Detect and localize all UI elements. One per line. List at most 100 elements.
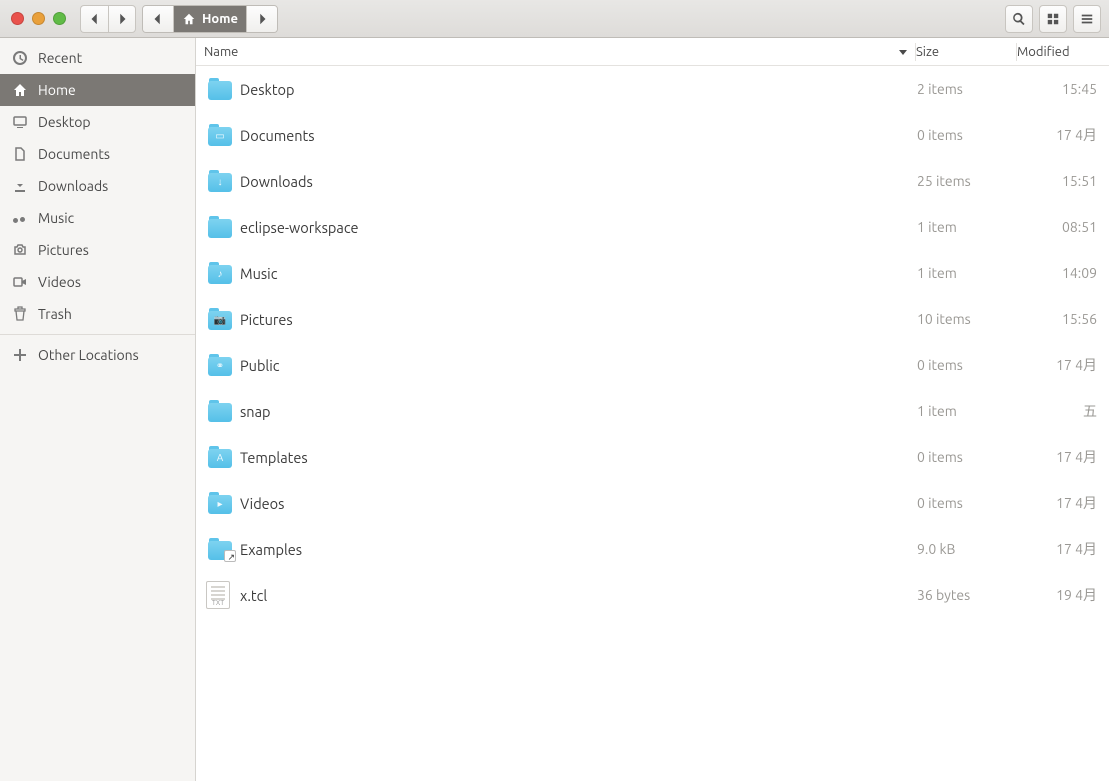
forward-button[interactable]: [108, 5, 136, 33]
file-modified: 17 4月: [1017, 493, 1109, 513]
path-prev-button[interactable]: [143, 6, 174, 32]
column-header-size[interactable]: Size: [916, 45, 1016, 59]
file-size: 10 items: [917, 311, 1017, 327]
close-window-button[interactable]: [11, 12, 24, 25]
file-row[interactable]: Desktop2 items15:45: [196, 66, 1109, 112]
file-name: Examples: [240, 541, 917, 558]
home-icon: [12, 82, 28, 98]
file-row[interactable]: ⚭ Public0 items17 4月: [196, 342, 1109, 388]
nav-buttons: [80, 5, 136, 33]
folder-icon: 📷: [206, 308, 234, 330]
search-icon: [1012, 12, 1026, 26]
home-icon: [182, 12, 196, 26]
sidebar-separator: [0, 334, 195, 335]
folder-icon: A: [206, 446, 234, 468]
sidebar-item-label: Videos: [38, 274, 81, 290]
file-name: Desktop: [240, 81, 917, 98]
sidebar-item-desktop[interactable]: Desktop: [0, 106, 195, 138]
path-segment-label: Home: [202, 12, 238, 26]
sidebar-item-pictures[interactable]: Pictures: [0, 234, 195, 266]
file-size: 1 item: [917, 219, 1017, 235]
documents-icon: [12, 146, 28, 162]
file-name: Music: [240, 265, 917, 282]
file-name: x.tcl: [240, 587, 917, 604]
column-header-name[interactable]: Name: [202, 45, 891, 59]
folder-icon: ♪: [206, 262, 234, 284]
file-modified: 15:51: [1017, 173, 1109, 189]
camera-icon: [12, 242, 28, 258]
folder-icon: [206, 216, 234, 238]
file-size: 1 item: [917, 265, 1017, 281]
folder-icon: ⚭: [206, 354, 234, 376]
folder-icon: ▸: [206, 492, 234, 514]
file-size: 0 items: [917, 449, 1017, 465]
sidebar-item-label: Documents: [38, 146, 110, 162]
path-next-button[interactable]: [247, 6, 277, 32]
file-size: 9.0 kB: [917, 541, 1017, 557]
sidebar-item-trash[interactable]: Trash: [0, 298, 195, 330]
minimize-window-button[interactable]: [32, 12, 45, 25]
sidebar-item-label: Recent: [38, 50, 82, 66]
music-icon: [12, 210, 28, 226]
file-modified: 14:09: [1017, 265, 1109, 281]
file-name: eclipse-workspace: [240, 219, 917, 236]
grid-icon: [1046, 12, 1060, 26]
menu-button[interactable]: [1073, 5, 1101, 33]
sidebar-item-videos[interactable]: Videos: [0, 266, 195, 298]
folder-icon: [206, 538, 234, 560]
file-row[interactable]: ↓Downloads25 items15:51: [196, 158, 1109, 204]
file-modified: 08:51: [1017, 219, 1109, 235]
file-name: Documents: [240, 127, 917, 144]
sidebar-item-label: Music: [38, 210, 74, 226]
sidebar-item-label: Pictures: [38, 242, 89, 258]
sidebar-item-label: Desktop: [38, 114, 91, 130]
sidebar-item-downloads[interactable]: Downloads: [0, 170, 195, 202]
file-name: Templates: [240, 449, 917, 466]
folder-icon: ▭: [206, 124, 234, 146]
sidebar-item-recent[interactable]: Recent: [0, 42, 195, 74]
sidebar-item-label: Home: [38, 82, 76, 98]
folder-icon: [206, 78, 234, 100]
sidebar-item-home[interactable]: Home: [0, 74, 195, 106]
view-grid-button[interactable]: [1039, 5, 1067, 33]
file-row[interactable]: eclipse-workspace1 item08:51: [196, 204, 1109, 250]
file-modified: 五: [1017, 401, 1109, 421]
sidebar: Recent Home Desktop Documents Downloads Music…: [0, 38, 196, 781]
file-modified: 15:56: [1017, 311, 1109, 327]
sidebar-item-music[interactable]: Music: [0, 202, 195, 234]
file-modified: 17 4月: [1017, 447, 1109, 467]
file-name: Pictures: [240, 311, 917, 328]
file-name: snap: [240, 403, 917, 420]
sidebar-item-documents[interactable]: Documents: [0, 138, 195, 170]
back-button[interactable]: [80, 5, 108, 33]
file-manager-window: Home Recent Home Desktop Documents Downloads…: [0, 0, 1109, 781]
file-name: Public: [240, 357, 917, 374]
file-modified: 17 4月: [1017, 125, 1109, 145]
file-row[interactable]: ♪ Music1 item14:09: [196, 250, 1109, 296]
window-controls: [8, 12, 66, 25]
folder-icon: [206, 400, 234, 422]
desktop-icon: [12, 114, 28, 130]
file-row[interactable]: snap1 item五: [196, 388, 1109, 434]
folder-icon: ↓: [206, 170, 234, 192]
file-row[interactable]: ▸Videos0 items17 4月: [196, 480, 1109, 526]
sidebar-item-label: Other Locations: [38, 347, 139, 363]
search-button[interactable]: [1005, 5, 1033, 33]
column-header-modified[interactable]: Modified: [1017, 45, 1109, 59]
file-row[interactable]: Examples9.0 kB17 4月: [196, 526, 1109, 572]
file-row[interactable]: 📷 Pictures10 items15:56: [196, 296, 1109, 342]
path-segment-home[interactable]: Home: [174, 6, 247, 32]
file-size: 25 items: [917, 173, 1017, 189]
file-size: 36 bytes: [917, 587, 1017, 603]
file-row[interactable]: x.tcl36 bytes19 4月: [196, 572, 1109, 618]
file-size: 1 item: [917, 403, 1017, 419]
sort-indicator[interactable]: [891, 47, 915, 57]
file-row[interactable]: ▭Documents0 items17 4月: [196, 112, 1109, 158]
file-modified: 17 4月: [1017, 355, 1109, 375]
column-headers: Name Size Modified: [196, 38, 1109, 66]
file-size: 0 items: [917, 357, 1017, 373]
sidebar-other-locations[interactable]: Other Locations: [0, 339, 195, 371]
file-size: 0 items: [917, 495, 1017, 511]
file-row[interactable]: A Templates0 items17 4月: [196, 434, 1109, 480]
maximize-window-button[interactable]: [53, 12, 66, 25]
